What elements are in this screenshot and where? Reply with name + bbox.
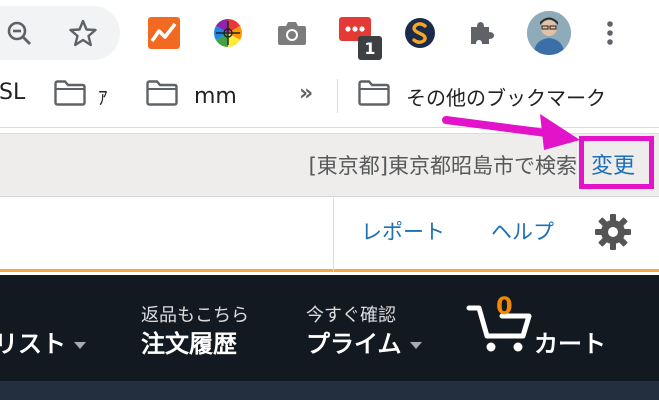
bookmarks-divider xyxy=(337,79,338,113)
bookmark-folder-a[interactable]: ｱ xyxy=(54,80,108,112)
bookmarks-overflow-button[interactable]: » xyxy=(299,81,313,106)
bookmark-item-sl[interactable]: SL xyxy=(0,80,25,105)
report-link[interactable]: レポート xyxy=(361,216,445,246)
sub-nav xyxy=(0,381,659,400)
profile-avatar[interactable] xyxy=(527,11,571,55)
help-link[interactable]: ヘルプ xyxy=(491,216,554,246)
header-divider xyxy=(333,198,334,272)
prime-line2: プライム xyxy=(306,324,422,359)
camera-extension-icon[interactable] xyxy=(276,18,308,48)
kebab-menu-icon[interactable] xyxy=(598,18,622,48)
browser-toolbar: 1 xyxy=(0,0,659,66)
prime-label: プライム xyxy=(306,330,402,358)
bookmark-label: mm xyxy=(194,83,237,109)
analytics-extension-icon[interactable] xyxy=(148,17,180,49)
chevron-down-icon xyxy=(74,341,86,349)
folder-icon xyxy=(146,80,178,112)
zoom-out-icon[interactable] xyxy=(4,18,34,48)
cart-count: 0 xyxy=(496,292,513,320)
s-extension-icon[interactable] xyxy=(404,17,436,49)
color-wheel-extension-icon[interactable] xyxy=(212,17,244,49)
nav-list-menu[interactable]: リスト xyxy=(0,324,86,359)
annotation-arrow-icon xyxy=(442,114,580,150)
chevron-down-icon xyxy=(409,341,422,349)
extension-badge: 1 xyxy=(358,36,382,60)
gear-icon[interactable] xyxy=(594,213,632,251)
bookmark-label: SL xyxy=(0,80,26,105)
delivery-location-text: [東京都]東京都昭島市で検索 xyxy=(308,154,577,178)
change-location-link[interactable]: 変更 xyxy=(591,148,635,180)
orders-line2: 注文履歴 xyxy=(141,330,237,358)
puzzle-extensions-icon[interactable] xyxy=(466,18,496,48)
secondary-header xyxy=(0,198,659,272)
bookmark-folder-mm[interactable]: mm xyxy=(146,80,237,112)
cart-label: カート xyxy=(534,330,606,358)
folder-icon xyxy=(358,80,390,112)
bookmark-star-icon[interactable] xyxy=(68,18,98,48)
list-label: リスト xyxy=(0,330,66,358)
folder-icon xyxy=(54,80,86,112)
bookmark-label: ｱ xyxy=(98,86,108,109)
